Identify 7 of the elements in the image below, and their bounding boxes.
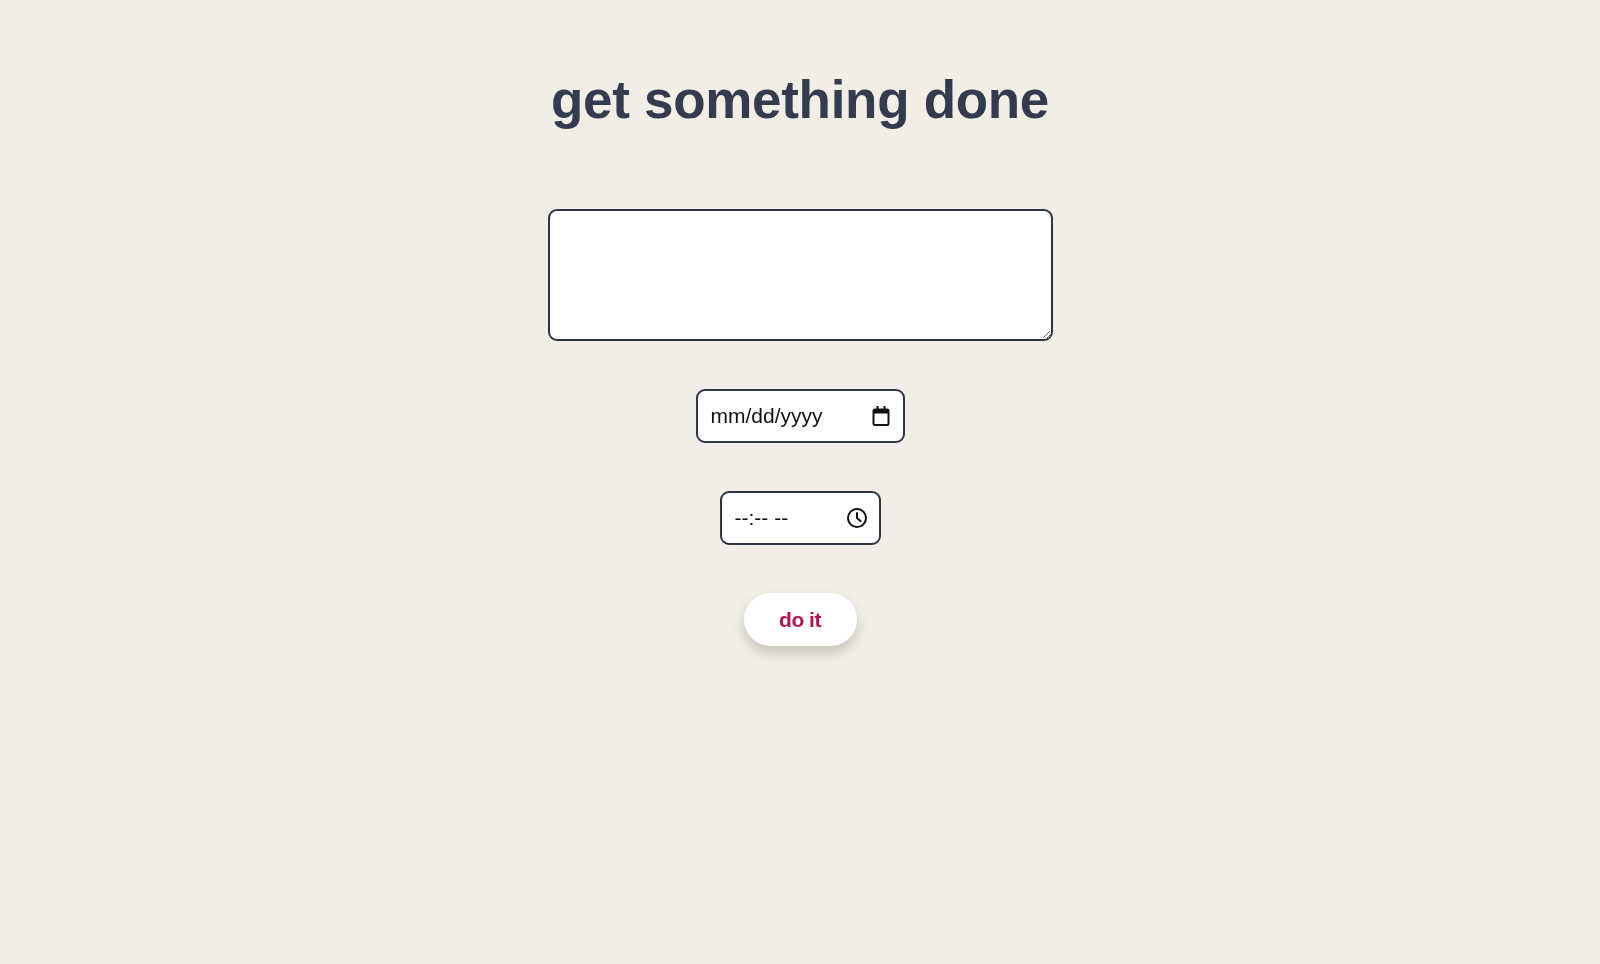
page-title: get something done [550, 70, 1050, 130]
time-field[interactable]: --:-- -- [719, 491, 881, 545]
clock-icon[interactable] [846, 508, 867, 528]
do-it-button[interactable]: do it [743, 593, 857, 646]
date-field[interactable]: mm/dd/yyyy [695, 389, 905, 443]
calendar-icon[interactable] [870, 406, 891, 426]
text-area[interactable] [547, 209, 1053, 341]
